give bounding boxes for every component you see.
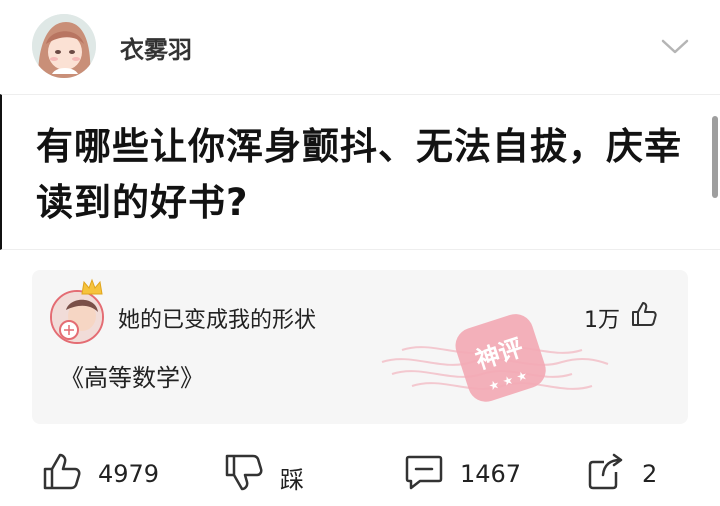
user-avatar-icon [52, 292, 102, 342]
share-icon [588, 453, 623, 490]
commenter-name[interactable]: 她的已变成我的形状 [118, 302, 316, 334]
scrollbar-thumb[interactable] [712, 116, 718, 198]
share-count: 2 [642, 460, 658, 488]
thumbs-down-icon [225, 454, 263, 491]
comment-icon [405, 455, 443, 490]
comment-like-count: 1万 [584, 308, 620, 333]
thumbs-up-icon[interactable] [630, 300, 658, 328]
author-bar: 衣雾羽 [0, 0, 720, 92]
dislike-button[interactable]: 踩 [224, 446, 324, 502]
top-comment-card[interactable]: 她的已变成我的形状 神评 ★ ★ ★ 1万 《高等数学》 [32, 270, 688, 424]
share-button[interactable]: 2 [586, 446, 676, 502]
commenter-avatar[interactable] [50, 290, 104, 344]
question-title[interactable]: 有哪些让你浑身颤抖、无法自拔，庆幸读到的好书? [36, 119, 686, 231]
hot-comment-stamp: 神评 ★ ★ ★ [372, 300, 612, 410]
like-count: 4979 [98, 460, 160, 488]
comment-count: 1467 [460, 460, 522, 488]
question-block[interactable]: 有哪些让你浑身颤抖、无法自拔，庆幸读到的好书? [0, 94, 720, 250]
author-avatar[interactable] [32, 14, 96, 78]
like-button[interactable]: 4979 [42, 446, 162, 502]
thumbs-up-icon [43, 453, 81, 490]
anime-girl-avatar-icon [32, 14, 96, 78]
comment-button[interactable]: 1467 [404, 446, 534, 502]
crown-icon [80, 278, 104, 296]
comment-text[interactable]: 《高等数学》 [60, 358, 204, 393]
chevron-down-icon[interactable] [660, 34, 690, 58]
author-name[interactable]: 衣雾羽 [120, 30, 192, 65]
dislike-label: 踩 [280, 466, 304, 494]
action-bar: 4979 踩 1467 2 [0, 446, 720, 506]
